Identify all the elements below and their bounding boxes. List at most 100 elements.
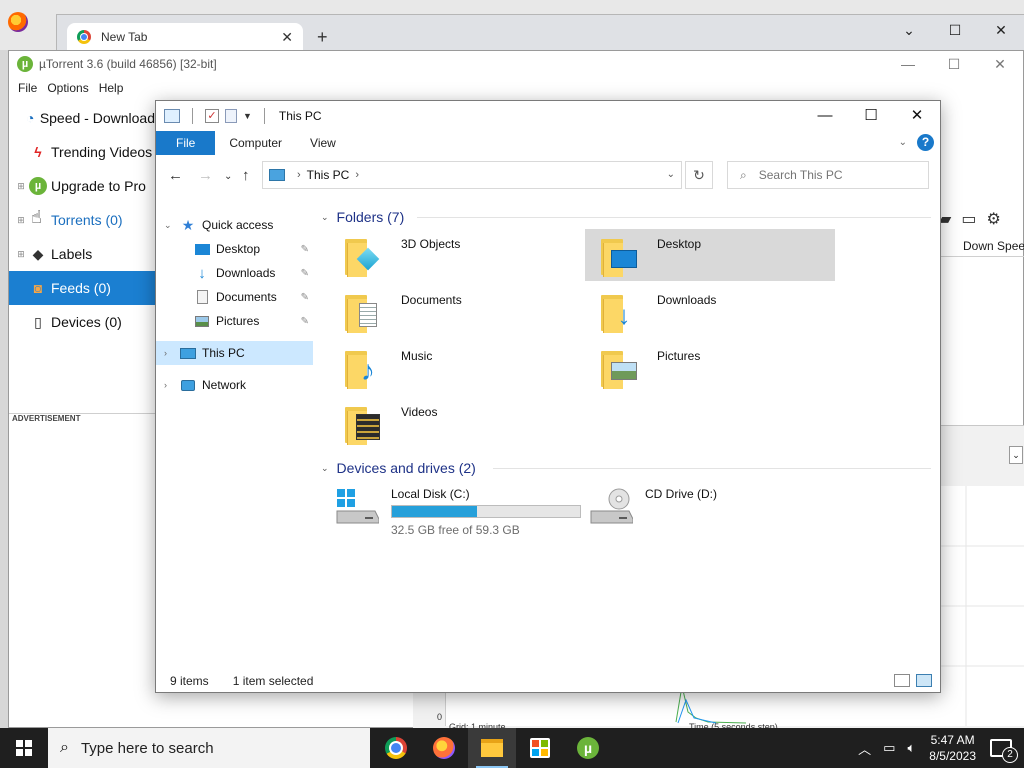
- drive-usage-bar: [391, 505, 581, 518]
- lightning-icon: ϟ: [34, 144, 42, 160]
- collapse-chevron-icon[interactable]: ⌄: [321, 212, 329, 223]
- search-input[interactable]: [758, 168, 909, 182]
- chrome-new-tab-button[interactable]: +: [317, 27, 328, 48]
- search-icon: ⌕: [60, 739, 69, 756]
- notification-center-icon[interactable]: 2: [990, 739, 1018, 763]
- search-box[interactable]: ⌕: [727, 161, 929, 189]
- breadcrumb-separator-icon[interactable]: ›: [297, 169, 301, 181]
- file-explorer-icon: [481, 739, 503, 757]
- address-history-chevron-icon[interactable]: ⌄: [667, 169, 675, 180]
- back-arrow-icon[interactable]: ←: [168, 167, 183, 184]
- folder-name: Pictures: [657, 349, 701, 363]
- sidebar-item-speed-download[interactable]: ◔ Speed - Download: [9, 101, 155, 135]
- monitor-icon[interactable]: ▭: [961, 209, 976, 229]
- up-arrow-icon[interactable]: ↑: [242, 167, 250, 184]
- folders-group-header[interactable]: ⌄ Folders (7): [321, 205, 404, 229]
- utorrent-window-controls: — ☐ ✕: [885, 51, 1023, 77]
- nav-item-this-pc[interactable]: › This PC: [156, 341, 313, 365]
- folder-tile-documents[interactable]: Documents: [329, 285, 579, 337]
- expander-chevron-icon[interactable]: ⌄: [164, 220, 174, 231]
- chrome-tab-close-icon[interactable]: ✕: [281, 29, 293, 46]
- chrome-close-button[interactable]: ✕: [978, 15, 1024, 45]
- pin-icon[interactable]: ✎: [301, 292, 309, 303]
- expand-ribbon-chevron-icon[interactable]: ⌄: [899, 137, 907, 148]
- taskbar-apps: µ: [372, 728, 612, 768]
- utorrent-close-button[interactable]: ✕: [977, 51, 1023, 77]
- folder-tile-videos[interactable]: Videos: [329, 397, 579, 449]
- folder-tile-downloads[interactable]: ↓ Downloads: [585, 285, 835, 337]
- pin-icon[interactable]: ✎: [301, 244, 309, 255]
- forward-arrow-icon[interactable]: →: [198, 167, 213, 184]
- tiles-view-icon[interactable]: [916, 674, 932, 687]
- menu-help[interactable]: Help: [94, 81, 129, 95]
- drives-group-header[interactable]: ⌄ Devices and drives (2): [321, 456, 476, 480]
- menu-options[interactable]: Options: [42, 81, 93, 95]
- sidebar-item-feeds[interactable]: ◙ Feeds (0): [9, 271, 155, 305]
- tab-view[interactable]: View: [296, 131, 350, 155]
- file-explorer-window: ✓ ▼ This PC — ☐ ✕ File Computer View ⌄ ?…: [155, 100, 941, 693]
- taskbar-search-box[interactable]: ⌕ Type here to search: [48, 728, 370, 768]
- start-button[interactable]: [0, 728, 48, 768]
- explorer-titlebar: ✓ ▼ This PC — ☐ ✕: [156, 101, 940, 131]
- utorrent-maximize-button[interactable]: ☐: [931, 51, 977, 77]
- graph-dropdown[interactable]: ⌄: [1009, 446, 1023, 464]
- new-folder-icon[interactable]: [225, 109, 237, 123]
- nav-item-documents[interactable]: Documents ✎: [156, 285, 313, 309]
- nav-item-downloads[interactable]: ↓ Downloads ✎: [156, 261, 313, 285]
- tab-file[interactable]: File: [156, 131, 216, 155]
- chrome-maximize-button[interactable]: ☐: [932, 15, 978, 45]
- breadcrumb-separator-icon[interactable]: ›: [355, 169, 359, 181]
- pin-icon[interactable]: ✎: [301, 268, 309, 279]
- sidebar-expander[interactable]: ⊞: [15, 215, 27, 226]
- menu-file[interactable]: File: [13, 81, 42, 95]
- folder-tile-3d-objects[interactable]: 3D Objects: [329, 229, 579, 281]
- refresh-icon[interactable]: ↻: [685, 161, 713, 189]
- folder-tile-desktop[interactable]: Desktop: [585, 229, 835, 281]
- collapse-chevron-icon[interactable]: ⌄: [321, 463, 329, 474]
- firefox-desktop-icon[interactable]: [8, 12, 28, 32]
- sidebar-item-devices[interactable]: ▯ Devices (0): [9, 305, 155, 339]
- taskbar-store[interactable]: [516, 728, 564, 768]
- gear-icon[interactable]: ⚙: [986, 209, 1000, 229]
- chrome-tab-new-tab[interactable]: New Tab ✕: [67, 23, 303, 51]
- sidebar-item-labels[interactable]: ⊞ ◆ Labels: [9, 237, 155, 271]
- explorer-maximize-button[interactable]: ☐: [848, 101, 894, 131]
- explorer-close-button[interactable]: ✕: [894, 101, 940, 131]
- nav-item-network[interactable]: › Network: [156, 373, 313, 397]
- taskbar-chrome[interactable]: [372, 728, 420, 768]
- taskbar-utorrent[interactable]: µ: [564, 728, 612, 768]
- nav-item-desktop[interactable]: Desktop ✎: [156, 237, 313, 261]
- drive-tile-local-disk-c[interactable]: Local Disk (C:) 32.5 GB free of 59.3 GB: [325, 481, 581, 541]
- chrome-tab-search-button[interactable]: ⌄: [886, 15, 932, 45]
- folder-tile-pictures[interactable]: Pictures: [585, 341, 835, 393]
- sidebar-expander[interactable]: ⊞: [15, 181, 27, 192]
- folder-tile-music[interactable]: ♪ Music: [329, 341, 579, 393]
- details-view-icon[interactable]: [894, 674, 910, 687]
- pictures-folder-icon: [599, 343, 643, 391]
- utorrent-minimize-button[interactable]: —: [885, 51, 931, 77]
- clock[interactable]: 5:47 AM 8/5/2023: [929, 732, 976, 764]
- explorer-minimize-button[interactable]: —: [802, 101, 848, 131]
- expander-chevron-icon[interactable]: ›: [164, 380, 174, 390]
- help-icon[interactable]: ?: [917, 134, 934, 151]
- network-icon[interactable]: ▭: [883, 740, 895, 756]
- nav-item-quick-access[interactable]: ⌄ ★ Quick access: [156, 213, 313, 237]
- sidebar-item-upgrade-to-pro[interactable]: ⊞ µ Upgrade to Pro: [9, 169, 155, 203]
- sidebar-expander[interactable]: ⊞: [15, 249, 27, 260]
- address-bar[interactable]: › This PC › ⌄: [262, 161, 682, 189]
- tab-computer[interactable]: Computer: [215, 131, 296, 155]
- taskbar-firefox[interactable]: [420, 728, 468, 768]
- chevron-up-icon[interactable]: ︿: [858, 739, 871, 758]
- customize-toolbar-icon[interactable]: ▼: [243, 111, 252, 121]
- column-header-down-speed[interactable]: Down Speed: [941, 233, 1024, 257]
- sidebar-item-trending-videos[interactable]: ϟ Trending Videos: [9, 135, 155, 169]
- taskbar-file-explorer[interactable]: [468, 728, 516, 768]
- nav-item-pictures[interactable]: Pictures ✎: [156, 309, 313, 333]
- recent-locations-chevron-icon[interactable]: ⌄: [224, 171, 232, 182]
- breadcrumb-this-pc[interactable]: This PC: [307, 168, 350, 182]
- volume-icon[interactable]: 🔈︎: [907, 740, 915, 756]
- expander-chevron-icon[interactable]: ›: [164, 348, 174, 358]
- properties-icon[interactable]: ✓: [205, 109, 219, 123]
- drive-tile-cd-drive-d[interactable]: CD Drive (D:): [579, 481, 829, 541]
- pin-icon[interactable]: ✎: [301, 316, 309, 327]
